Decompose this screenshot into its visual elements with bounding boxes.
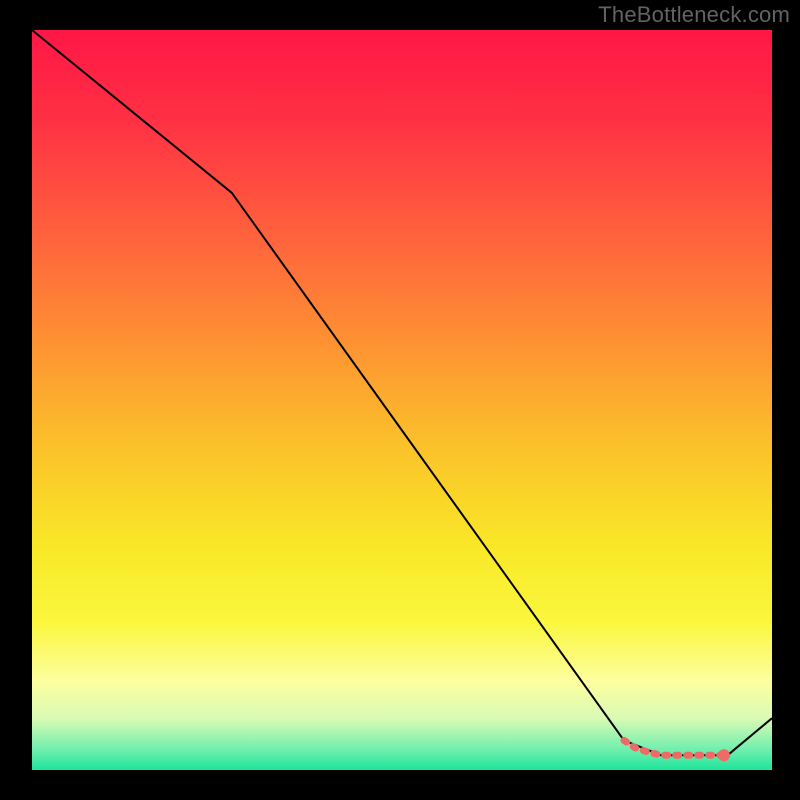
watermark-text: TheBottleneck.com <box>598 2 790 28</box>
chart-frame: TheBottleneck.com <box>0 0 800 800</box>
highlight-dot <box>718 749 730 761</box>
plot-background <box>32 30 772 770</box>
bottleneck-chart <box>0 0 800 800</box>
